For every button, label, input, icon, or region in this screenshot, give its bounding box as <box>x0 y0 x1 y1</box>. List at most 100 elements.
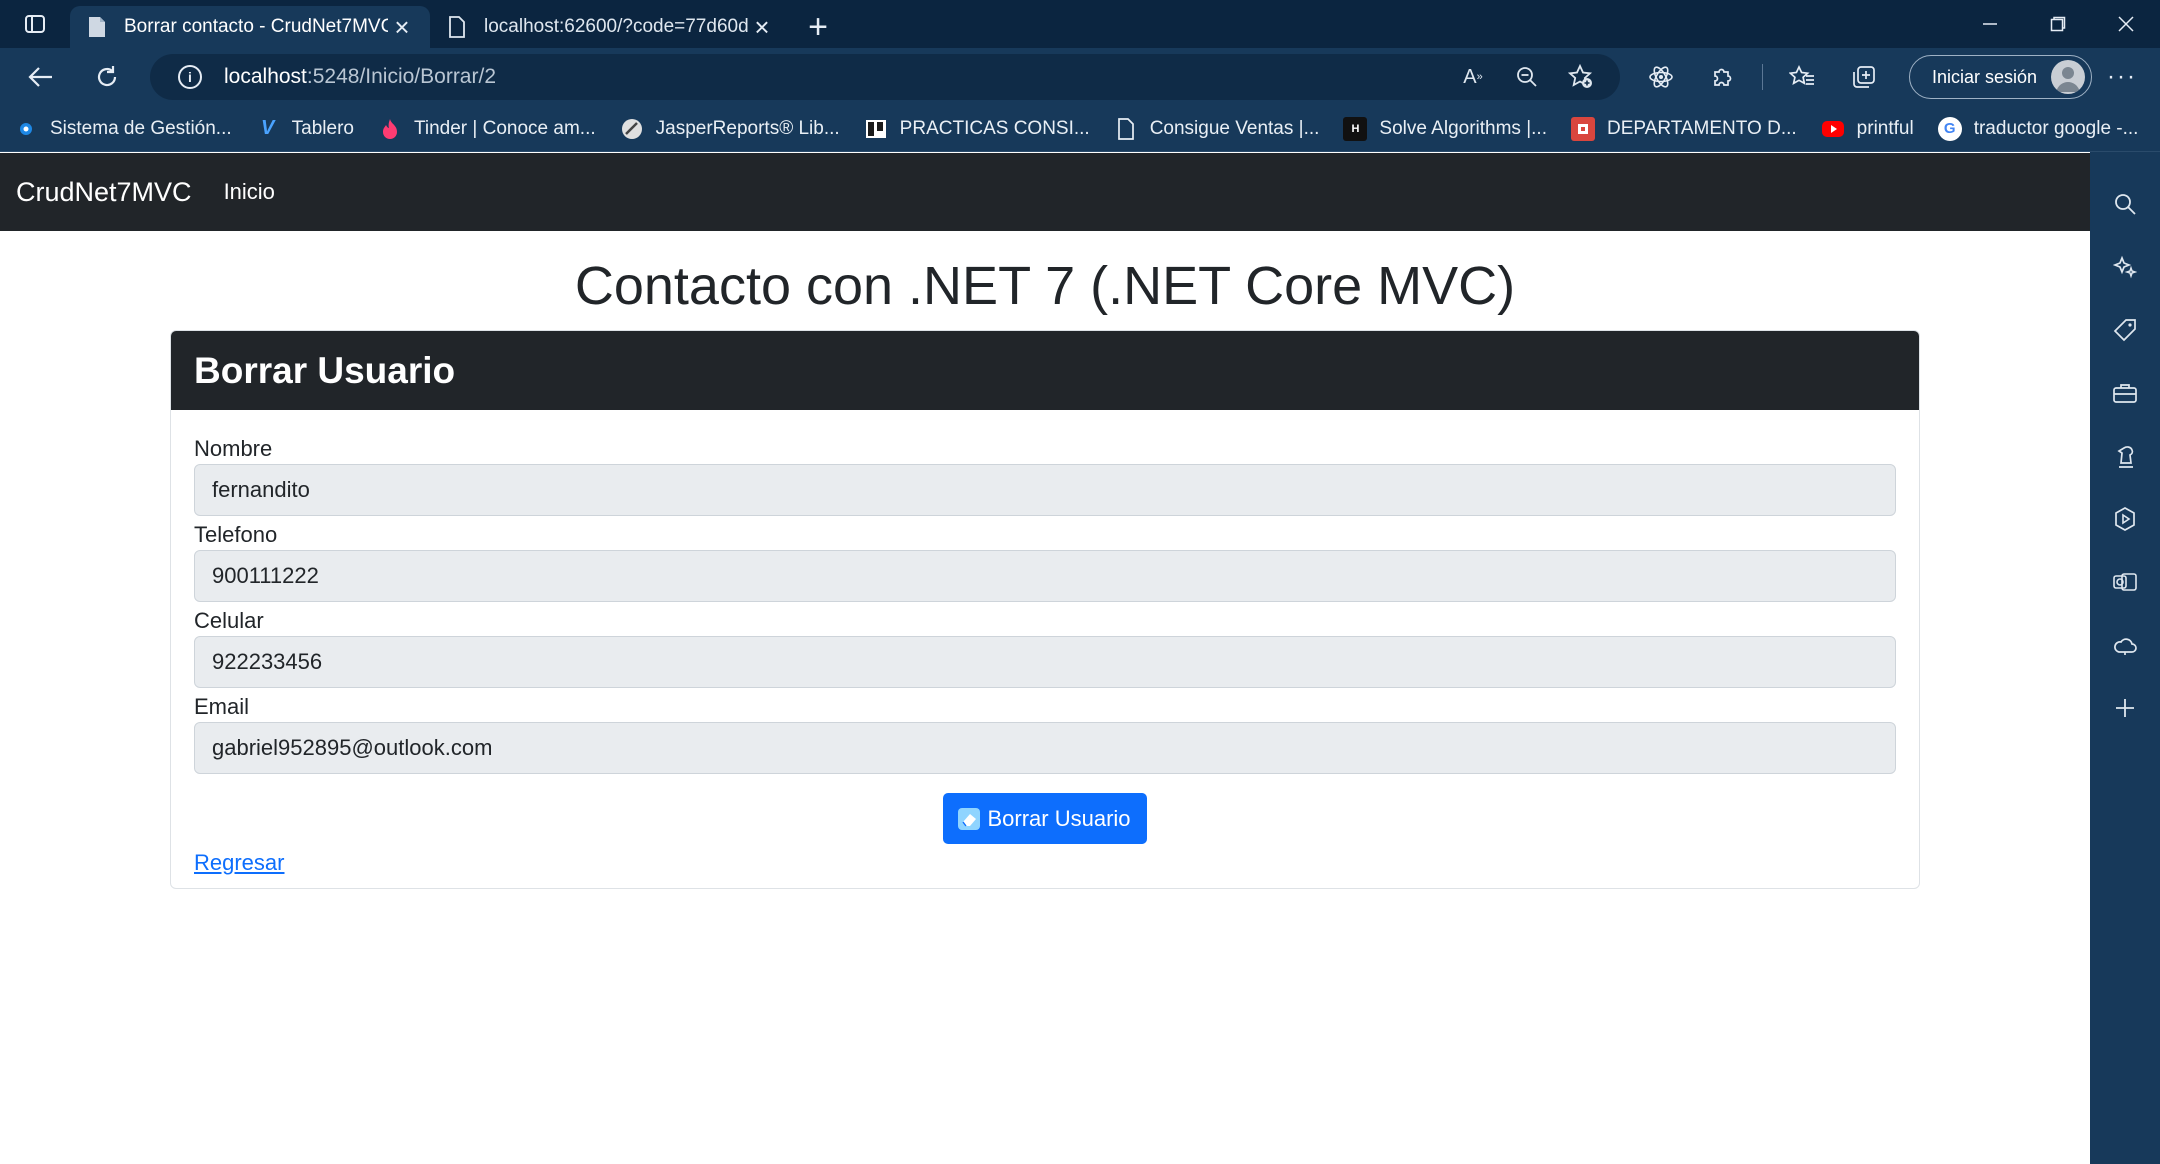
sidebar-search-button[interactable] <box>2090 172 2160 235</box>
email-label: Email <box>194 694 250 719</box>
bookmark-tablero[interactable]: V Tablero <box>256 117 354 141</box>
delete-user-button[interactable]: Borrar Usuario <box>943 793 1147 844</box>
bookmark-consigue-ventas[interactable]: Consigue Ventas |... <box>1114 117 1319 141</box>
cloud-icon <box>2114 637 2137 655</box>
bookmark-practicas[interactable]: PRACTICAS CONSI... <box>864 117 1090 141</box>
jasper-icon <box>620 117 644 141</box>
url-path: :5248/Inicio/Borrar/2 <box>306 65 496 88</box>
sparkle-icon <box>2113 255 2137 278</box>
search-icon <box>2115 193 2136 215</box>
eraser-icon <box>958 807 981 830</box>
back-button[interactable] <box>8 48 74 106</box>
bookmark-label: JasperReports® Lib... <box>655 117 840 139</box>
sidebar-shopping-button[interactable] <box>2090 298 2160 361</box>
new-tab-button[interactable]: + <box>790 6 846 48</box>
sidebar-games-button[interactable] <box>2090 424 2160 487</box>
bookmark-departamento[interactable]: DEPARTAMENTO D... <box>1570 116 1797 141</box>
tab-localhost[interactable]: localhost:62600/?code=77d60d2 × <box>430 6 790 48</box>
toolbar-extensions: Iniciar sesión ··· <box>1630 48 2152 106</box>
puzzle-icon <box>1714 68 1732 86</box>
back-link[interactable]: Regresar <box>194 850 284 876</box>
sign-in-button[interactable]: Iniciar sesión <box>1909 55 2093 99</box>
card-header: Borrar Usuario <box>171 331 1919 410</box>
bookmark-label: PRACTICAS CONSI... <box>899 117 1090 139</box>
tab-title: Borrar contacto - CrudNet7MVC <box>124 16 388 37</box>
bookmark-printful[interactable]: printful <box>1821 117 1914 141</box>
sign-in-label: Iniciar sesión <box>1932 66 2038 87</box>
url-host: localhost <box>224 65 307 88</box>
nombre-field[interactable]: fernandito <box>194 464 1896 516</box>
collections-button[interactable] <box>1833 48 1895 106</box>
info-icon[interactable]: i <box>178 65 202 89</box>
sidebar-add-button[interactable] <box>2090 676 2160 739</box>
bookmark-label: Sistema de Gestión... <box>50 117 232 139</box>
celular-label: Celular <box>194 608 264 633</box>
hackerrank-icon: H <box>1343 116 1368 141</box>
delete-user-card: Borrar Usuario Nombre fernandito Telefon… <box>170 330 1920 889</box>
chess-icon <box>2117 445 2134 468</box>
restore-button[interactable] <box>2024 0 2092 48</box>
bookmark-solve-algorithms[interactable]: H Solve Algorithms |... <box>1343 116 1547 141</box>
bookmark-tinder[interactable]: Tinder | Conoce am... <box>378 117 596 141</box>
app-navbar: CrudNet7MVC Inicio <box>0 153 2090 231</box>
page-icon <box>446 15 468 39</box>
collections-icon <box>1853 66 1875 88</box>
plus-icon: + <box>808 7 828 46</box>
add-favorite-icon[interactable] <box>1554 54 1608 100</box>
celular-field[interactable]: 922233456 <box>194 636 1896 688</box>
plus-icon <box>2116 698 2134 717</box>
bookmark-jasper[interactable]: JasperReports® Lib... <box>620 117 840 141</box>
refresh-icon <box>97 66 117 87</box>
favorites-icon <box>1789 65 1814 85</box>
department-icon <box>1570 116 1595 141</box>
atom-icon <box>1649 66 1673 88</box>
bookmark-label: Tablero <box>291 117 354 139</box>
page-icon <box>1114 117 1138 141</box>
form-group-nombre: Nombre fernandito <box>194 434 1896 516</box>
refresh-button[interactable] <box>74 48 140 106</box>
react-devtools-button[interactable] <box>1630 48 1692 106</box>
avatar <box>2051 60 2086 94</box>
profile-icon <box>2056 67 2081 92</box>
telefono-field[interactable]: 900111222 <box>194 550 1896 602</box>
minimize-button[interactable] <box>1956 0 2024 48</box>
v-icon: V <box>260 117 275 139</box>
trello-icon <box>864 117 888 141</box>
nav-link-inicio[interactable]: Inicio <box>224 179 275 205</box>
favorites-button[interactable] <box>1771 48 1833 106</box>
sidebar-copilot-button[interactable] <box>2090 235 2160 298</box>
play-hex-icon <box>2115 506 2135 531</box>
bookmark-traductor[interactable]: G traductor google -... <box>1937 116 2138 141</box>
arrow-left-icon <box>28 67 52 87</box>
bookmark-sistema-gestion[interactable]: Sistema de Gestión... <box>14 117 232 141</box>
sidebar-onedrive-button[interactable] <box>2090 613 2160 676</box>
settings-more-button[interactable]: ··· <box>2092 48 2152 106</box>
navbar-brand[interactable]: CrudNet7MVC <box>16 177 192 208</box>
toolbar-divider <box>1762 64 1763 90</box>
browser-titlebar: Borrar contacto - CrudNet7MVC × localhos… <box>0 0 2160 48</box>
email-field[interactable]: gabriel952895@outlook.com <box>194 722 1896 774</box>
bookmark-label: Tinder | Conoce am... <box>413 117 596 139</box>
sidebar-bing-button[interactable] <box>2090 487 2160 550</box>
zoom-out-icon[interactable] <box>1500 54 1554 100</box>
tab-borrar-contacto[interactable]: Borrar contacto - CrudNet7MVC × <box>70 6 430 48</box>
nombre-label: Nombre <box>194 436 273 461</box>
close-icon[interactable]: × <box>388 13 416 41</box>
close-icon[interactable]: × <box>748 13 776 41</box>
delete-user-label: Borrar Usuario <box>987 805 1131 831</box>
briefcase-icon <box>2113 383 2137 403</box>
extensions-button[interactable] <box>1692 48 1754 106</box>
sidebar-tools-button[interactable] <box>2090 361 2160 424</box>
tab-actions-button[interactable] <box>0 0 70 48</box>
restore-icon <box>2050 16 2066 32</box>
read-aloud-icon[interactable]: A» <box>1446 54 1500 100</box>
bookmarks-bar: Sistema de Gestión... V Tablero Tinder |… <box>0 106 2160 152</box>
window-controls <box>1956 0 2160 48</box>
address-bar[interactable]: i localhost:5248/Inicio/Borrar/2 A» <box>150 54 1620 100</box>
tag-icon <box>2113 318 2136 341</box>
form-group-email: Email gabriel952895@outlook.com <box>194 692 1896 774</box>
telefono-label: Telefono <box>194 522 278 547</box>
card-title: Borrar Usuario <box>194 349 456 391</box>
sidebar-outlook-button[interactable] <box>2090 550 2160 613</box>
close-window-button[interactable] <box>2092 0 2160 48</box>
